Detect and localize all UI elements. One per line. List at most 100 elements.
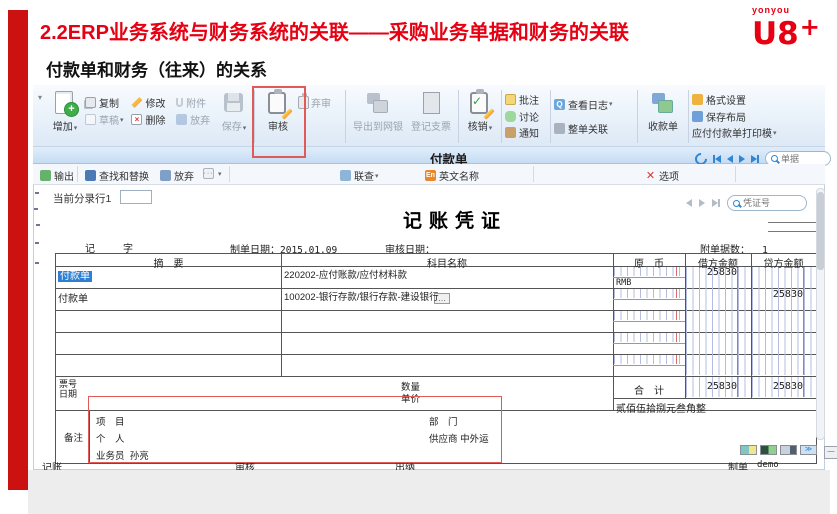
save-layout-button[interactable]: 保存布局: [692, 109, 746, 124]
status-mini-icon-2[interactable]: [760, 445, 777, 455]
status-mini-icon-1[interactable]: [740, 445, 757, 455]
status-mini-icon-3[interactable]: [780, 445, 797, 455]
current-entry-input[interactable]: [120, 190, 152, 204]
export-ebank-button[interactable]: 导出到网银: [349, 89, 407, 144]
print-template-button[interactable]: 应付付款单打印模▾: [692, 125, 777, 140]
receipt-button[interactable]: 收款单: [641, 89, 685, 144]
ribbon-divider: [458, 90, 459, 143]
english-name-button[interactable]: En英文名称: [425, 168, 479, 183]
voucher-last-button[interactable]: [712, 199, 720, 207]
receipt-icon: [651, 90, 675, 116]
link-query-label: 联查: [354, 168, 374, 183]
ruled-red-line: [803, 267, 804, 375]
remark-salesman: 业务员 孙亮: [96, 448, 149, 462]
pencil-icon: [131, 97, 142, 108]
toolbar-divider: [533, 166, 534, 182]
discard2-button[interactable]: 放弃: [160, 168, 194, 183]
grid-line: [613, 321, 685, 322]
attachment-button[interactable]: 附件: [176, 95, 213, 110]
edge-mark: [36, 224, 40, 226]
find-replace-label: 查找和替换: [99, 168, 149, 183]
next-record-button[interactable]: [739, 155, 745, 163]
add-button[interactable]: + 增加▾: [45, 89, 85, 144]
col-header-currency: 原 币: [613, 255, 685, 270]
row2-account-cell[interactable]: 100202-银行存款/银行存款-建设银行: [284, 289, 439, 303]
dots-icon: ···: [203, 168, 214, 179]
u8-logo: U8+: [752, 13, 820, 52]
delete-button[interactable]: ×删除: [131, 112, 172, 127]
format-settings-button[interactable]: 格式设置: [692, 92, 746, 107]
document-search-input[interactable]: [781, 154, 825, 164]
remark-person-label: 个 人: [96, 431, 125, 445]
register-check-label: 登记支票: [411, 118, 451, 133]
save-icon: [222, 90, 246, 116]
discard-icon: [176, 114, 187, 125]
ribbon-divider: [254, 90, 255, 143]
copy-label: 复制: [99, 95, 119, 110]
scrollbar-thumb[interactable]: [817, 192, 824, 270]
fill-line: [768, 231, 820, 232]
voucher-search-box[interactable]: [727, 195, 807, 211]
first-record-button[interactable]: [713, 155, 721, 163]
export-ebank-label: 导出到网银: [353, 118, 403, 133]
writeoff-button[interactable]: ✓ 核销▾: [462, 89, 498, 144]
discard-icon: [160, 170, 171, 181]
add-icon: +: [53, 90, 77, 116]
previous-record-button[interactable]: [727, 155, 733, 163]
row1-currency-cell[interactable]: RMB: [616, 278, 631, 288]
find-replace-button[interactable]: 查找和替换: [85, 168, 149, 183]
row2-credit-cell[interactable]: 25830: [751, 289, 803, 300]
modify-button[interactable]: 修改: [131, 95, 172, 110]
ruled-red-line: [676, 311, 677, 320]
english-name-label: 英文名称: [439, 168, 479, 183]
register-check-icon: [419, 90, 443, 116]
status-mini-icon-4[interactable]: ≫: [800, 445, 817, 455]
unaudit-button[interactable]: 弃审: [298, 95, 331, 110]
row1-summary-cell[interactable]: 付款单: [58, 267, 92, 282]
copy-button[interactable]: 复制: [85, 95, 127, 110]
ribbon-divider: [345, 90, 346, 143]
remark-label: 备注: [64, 430, 83, 444]
row1-account-cell[interactable]: 220202-应付账款/应付材料款: [284, 267, 407, 281]
speech-bubble-icon: [505, 111, 516, 122]
options-x-icon: ✕: [645, 170, 656, 181]
audit-button[interactable]: 审核: [258, 89, 298, 144]
discard-button[interactable]: 放弃: [176, 112, 213, 127]
selected-summary: 付款单: [58, 271, 92, 282]
u8-logo-plus: +: [800, 13, 820, 41]
output-button[interactable]: 输出: [40, 168, 74, 183]
chain-icon: [554, 123, 565, 134]
voucher-search-input[interactable]: [743, 198, 801, 208]
window-grip[interactable]: —: [824, 446, 837, 459]
ribbon-overflow-caret[interactable]: ▾: [35, 89, 45, 144]
unaudit-label: 弃审: [311, 95, 331, 110]
voucher-next-button[interactable]: [699, 199, 705, 207]
save-button[interactable]: 保存▾: [217, 89, 251, 144]
annotate-button[interactable]: 批注: [505, 92, 543, 107]
log-icon: Q: [554, 99, 565, 110]
receipt-label: 收款单: [648, 118, 678, 133]
more-tools-button[interactable]: ···▾: [203, 168, 222, 179]
ribbon-divider: [501, 90, 502, 143]
link-query-button[interactable]: 联查▾: [340, 168, 379, 183]
link-whole-button[interactable]: 整单关联: [554, 121, 630, 136]
register-check-button[interactable]: 登记支票: [407, 89, 455, 144]
draft-button[interactable]: 草稿▾: [85, 112, 127, 127]
discard2-label: 放弃: [174, 168, 194, 183]
grid-line: [613, 398, 816, 399]
row2-summary-cell[interactable]: 付款单: [58, 290, 88, 305]
edge-mark: [35, 192, 39, 194]
output-icon: [40, 170, 51, 181]
save-label: 保存: [222, 122, 242, 133]
view-log-button[interactable]: Q查看日志▾: [554, 97, 630, 112]
discuss-button[interactable]: 讨论: [505, 109, 543, 124]
voucher-nav: [686, 195, 807, 211]
last-record-button[interactable]: [751, 155, 759, 163]
total-debit: 25830: [685, 381, 737, 392]
ribbon-toolbar: ▾ + 增加▾ 复制 修改 附件 草稿▾ ×删除 放弃 保存▾ 审核: [33, 85, 825, 147]
row1-debit-cell[interactable]: 25830: [685, 267, 737, 278]
voucher-previous-button[interactable]: [686, 199, 692, 207]
total-label: 合 计: [613, 382, 685, 397]
options-button[interactable]: ✕选项: [645, 168, 679, 183]
notify-button[interactable]: 通知: [505, 125, 543, 140]
